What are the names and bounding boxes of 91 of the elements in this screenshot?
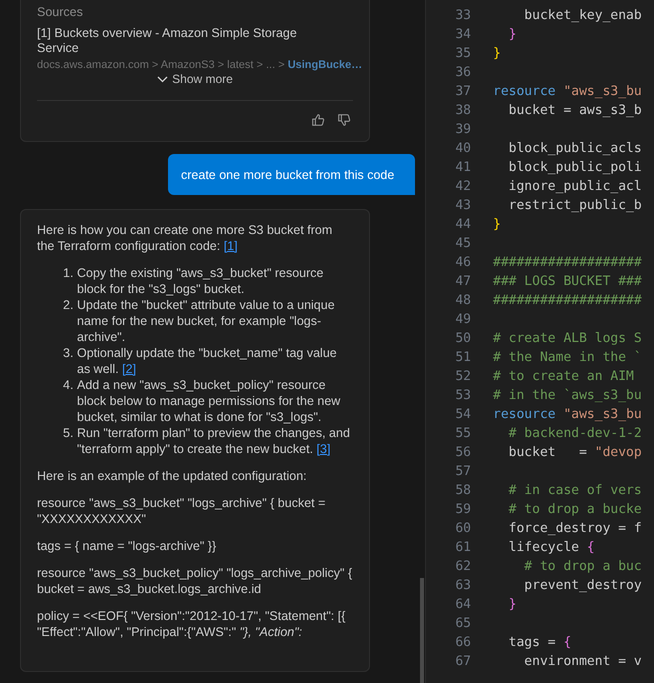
- code-line: lifecycle {: [508, 539, 595, 557]
- line-number: 41: [454, 159, 471, 177]
- line-number: 63: [454, 577, 471, 595]
- line-number: 47: [454, 273, 471, 291]
- line-number: 50: [454, 330, 471, 348]
- line-number: 53: [454, 387, 471, 405]
- code-line: }: [508, 26, 516, 44]
- line-number: 65: [454, 615, 471, 633]
- code-line: # backend-dev-1-2: [508, 425, 642, 443]
- code-line: # to create an AIM: [493, 368, 634, 386]
- source-link[interactable]: [1] Buckets overview - Amazon Simple Storage Service: [37, 26, 312, 56]
- line-number: 40: [454, 140, 471, 158]
- code-line: }: [508, 596, 516, 614]
- line-number: 57: [454, 463, 471, 481]
- list-item-text: Optionally update the "bucket_name" tag value as well. [2]: [77, 345, 338, 377]
- line-number: 35: [454, 45, 471, 63]
- line-number: 39: [454, 121, 471, 139]
- code-line: tags = {: [508, 634, 572, 652]
- citation-link[interactable]: [1]: [224, 239, 238, 253]
- line-number: 37: [454, 83, 471, 101]
- list-item-text: Run "terraform plan" to preview the changes, and "terraform apply" to create the new bucket. [3]: [77, 425, 351, 457]
- code-line: force_destroy = f: [508, 520, 642, 538]
- line-number: 44: [454, 216, 471, 234]
- line-number: 36: [454, 64, 471, 82]
- line-number: 34: [454, 26, 471, 44]
- code-line: # in the `aws_s3_bu: [493, 387, 642, 405]
- code-line: }: [493, 216, 501, 234]
- code-line: # to drop a bucke: [508, 501, 642, 519]
- list-item-text: Copy the existing "aws_s3_bucket" resource block for the "s3_logs" bucket.: [77, 265, 325, 297]
- answer-paragraph: resource "aws_s3_bucket" "logs_archive" { bucket = "XXXXXXXXXXXX": [37, 495, 326, 527]
- code-line: bucket_key_enab: [523, 7, 642, 25]
- code-line: resource "aws_s3_bu: [493, 83, 642, 101]
- line-number: 49: [454, 311, 471, 329]
- line-number: 55: [454, 425, 471, 443]
- answer-paragraph: tags = { name = "logs-archive" }}: [37, 538, 218, 554]
- thumbs-up-icon[interactable]: [311, 113, 325, 127]
- line-number: 33: [454, 7, 471, 25]
- code-line: block_public_acls: [508, 140, 642, 158]
- answer-paragraph: Here is how you can create one more S3 bucket from the Terraform configuration code: [1]: [37, 222, 334, 254]
- list-number: 4.: [63, 377, 74, 394]
- line-number: 48: [454, 292, 471, 310]
- line-number: 58: [454, 482, 471, 500]
- source-url: docs.aws.amazon.com > AmazonS3 > latest > ... > UsingBucke…: [37, 58, 362, 73]
- code-line: bucket = "devop: [508, 444, 642, 462]
- code-line: # in case of vers: [508, 482, 642, 500]
- citation-link[interactable]: [3]: [316, 442, 330, 456]
- sources-heading: Sources: [37, 5, 84, 20]
- code-line: resource "aws_s3_bu: [493, 406, 642, 424]
- code-line: ###################: [493, 292, 642, 310]
- citation-link[interactable]: [2]: [122, 362, 136, 376]
- line-number: 59: [454, 501, 471, 519]
- user-message: create one more bucket from this code: [168, 154, 415, 195]
- code-line: environment = v: [523, 653, 642, 671]
- line-number: 64: [454, 596, 471, 614]
- line-number: 66: [454, 634, 471, 652]
- code-line: bucket = aws_s3_b: [508, 102, 642, 120]
- list-item-text: Update the "bucket" attribute value to a unique name for the new bucket, for example "logs-archive".: [77, 297, 336, 345]
- code-line: ### LOGS BUCKET ###: [493, 273, 642, 291]
- code-line: # to drop a buc: [523, 558, 642, 576]
- list-number: 3.: [63, 345, 74, 362]
- line-number: 45: [454, 235, 471, 253]
- line-number: 38: [454, 102, 471, 120]
- line-number: 56: [454, 444, 471, 462]
- line-number: 60: [454, 520, 471, 538]
- code-line: ignore_public_acl: [508, 178, 642, 196]
- answer-paragraph: Here is an example of the updated configuration:: [37, 468, 308, 484]
- show-more-button[interactable]: Show more: [157, 72, 233, 86]
- code-line: ###################: [493, 254, 642, 272]
- code-line: restrict_public_b: [508, 197, 642, 215]
- answer-paragraph: resource "aws_s3_bucket_policy" "logs_archive_policy" { bucket = aws_s3_bucket.logs_archive.id: [37, 565, 353, 597]
- line-number: 43: [454, 197, 471, 215]
- code-line: block_public_poli: [508, 159, 642, 177]
- answer-paragraph: policy = <<EOF{ "Version":"2012-10-17", "Statement": [{ "Effect":"Allow", "Principal":{"AWS":" "}, "Action":: [37, 608, 346, 640]
- line-number: 62: [454, 558, 471, 576]
- code-line: # create ALB logs S: [493, 330, 642, 348]
- chevron-down-icon: [157, 76, 168, 82]
- list-number: 5.: [63, 425, 74, 442]
- line-number: 54: [454, 406, 471, 424]
- thumbs-down-icon[interactable]: [337, 113, 351, 127]
- list-item-text: Add a new "aws_s3_bucket_policy" resource block below to manage permissions for the new bucket, similar to what is done for "s3_logs".: [77, 377, 342, 425]
- list-number: 1.: [63, 265, 74, 282]
- code-line: prevent_destroy: [523, 577, 642, 595]
- list-number: 2.: [63, 297, 74, 314]
- line-number: 46: [454, 254, 471, 272]
- line-number: 61: [454, 539, 471, 557]
- line-number: 67: [454, 653, 471, 671]
- line-number: 42: [454, 178, 471, 196]
- line-number: 51: [454, 349, 471, 367]
- line-number: 52: [454, 368, 471, 386]
- code-line: # the Name in the `: [493, 349, 642, 367]
- code-line: }: [493, 45, 501, 63]
